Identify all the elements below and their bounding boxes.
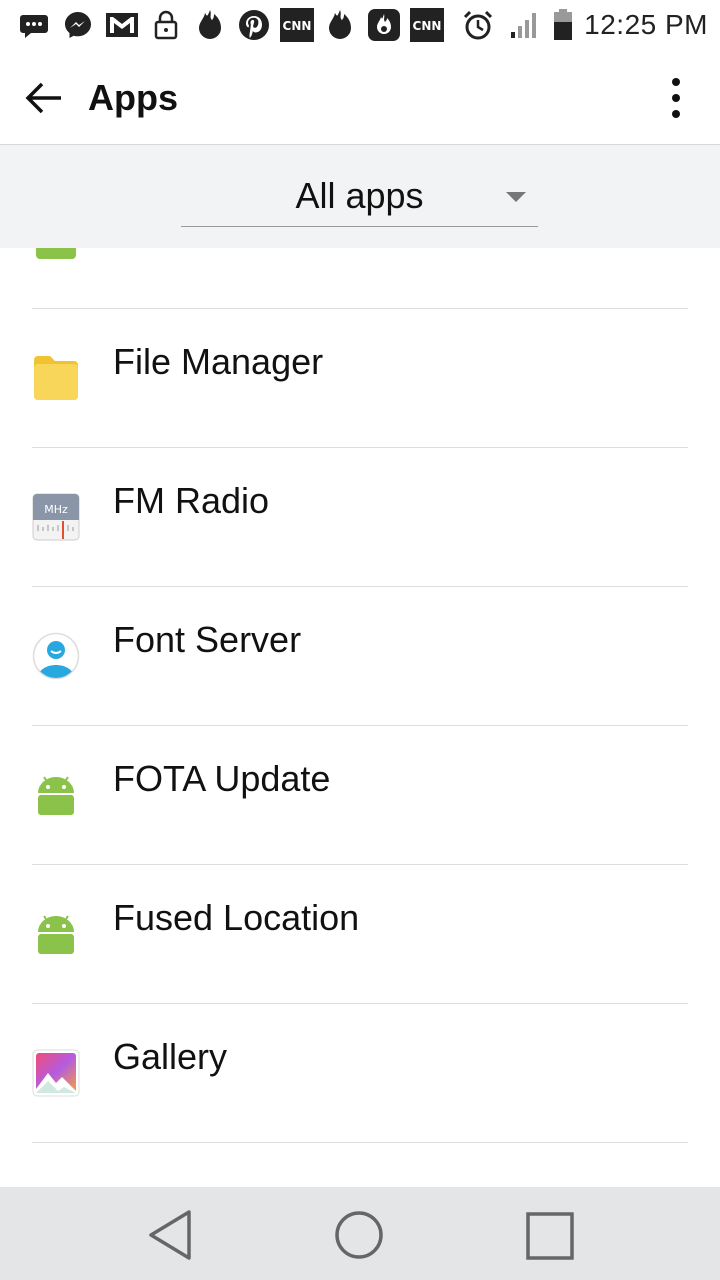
font-server-icon (32, 632, 80, 680)
gmail-icon (104, 7, 140, 43)
app-name: Fused Location (113, 897, 360, 938)
list-item-fota-update[interactable]: FOTA Update (0, 726, 720, 865)
list-item-fused-location[interactable]: Fused Location (0, 865, 720, 1004)
clock: 12:25 PM (584, 9, 708, 40)
tinder-icon (192, 7, 228, 43)
navigation-bar (0, 1187, 720, 1280)
filter-bar: All apps (0, 145, 720, 248)
app-name: Font Server (113, 619, 302, 660)
list-item-partial[interactable] (0, 248, 720, 308)
nav-recents-button[interactable] (519, 1205, 579, 1265)
nav-back-button[interactable] (140, 1205, 200, 1265)
cnn-icon: CNN (410, 7, 444, 43)
list-item-fm-radio[interactable]: MHz FM Radio (0, 448, 720, 587)
notification-icons: CNN CNN (16, 6, 444, 44)
app-list[interactable]: File Manager MHz FM Radio Font Server FO… (0, 248, 720, 1187)
app-name: Gallery (113, 1036, 228, 1077)
battery-icon (552, 7, 574, 43)
android-icon (36, 248, 76, 259)
back-triangle-icon (149, 1210, 191, 1260)
android-icon (38, 915, 74, 954)
back-button[interactable] (22, 76, 66, 120)
alarm-icon (460, 7, 496, 43)
app-name: File Manager (113, 341, 324, 382)
list-item-partial[interactable] (0, 1143, 720, 1187)
home-circle-icon (335, 1211, 383, 1259)
hotspot-icon (366, 7, 402, 43)
app-bar: Apps (0, 50, 720, 145)
app-filter-dropdown[interactable]: All apps (181, 171, 538, 227)
folder-icon (34, 356, 78, 400)
list-item-gallery[interactable]: Gallery (0, 1004, 720, 1143)
status-bar: CNN CNN 12:25 PM (0, 0, 720, 50)
recents-square-icon (526, 1212, 574, 1260)
cnn-icon-text: CNN (413, 19, 442, 33)
radio-icon-text: MHz (44, 503, 68, 516)
signal-icon (506, 7, 542, 43)
back-arrow-icon (25, 82, 61, 114)
dropdown-arrow-icon (506, 192, 526, 202)
tinder-icon (322, 7, 358, 43)
pinterest-icon (236, 7, 272, 43)
more-options-button[interactable] (656, 74, 696, 122)
android-icon (38, 776, 74, 815)
cnn-icon-text: CNN (283, 19, 312, 33)
page-title: Apps (88, 77, 178, 118)
gallery-icon (32, 1049, 80, 1097)
cnn-icon: CNN (280, 7, 314, 43)
more-icon (16, 7, 52, 43)
dropdown-selected-value: All apps (295, 175, 424, 216)
nav-home-button[interactable] (329, 1205, 389, 1265)
overflow-menu-icon (672, 78, 680, 118)
system-status: 12:25 PM (460, 6, 708, 44)
messenger-icon (60, 7, 96, 43)
app-name: FM Radio (113, 480, 270, 521)
app-name: FOTA Update (113, 758, 331, 799)
radio-icon: MHz (32, 493, 80, 541)
lock-icon (148, 7, 184, 43)
list-item-font-server[interactable]: Font Server (0, 587, 720, 726)
list-item-file-manager[interactable]: File Manager (0, 309, 720, 448)
